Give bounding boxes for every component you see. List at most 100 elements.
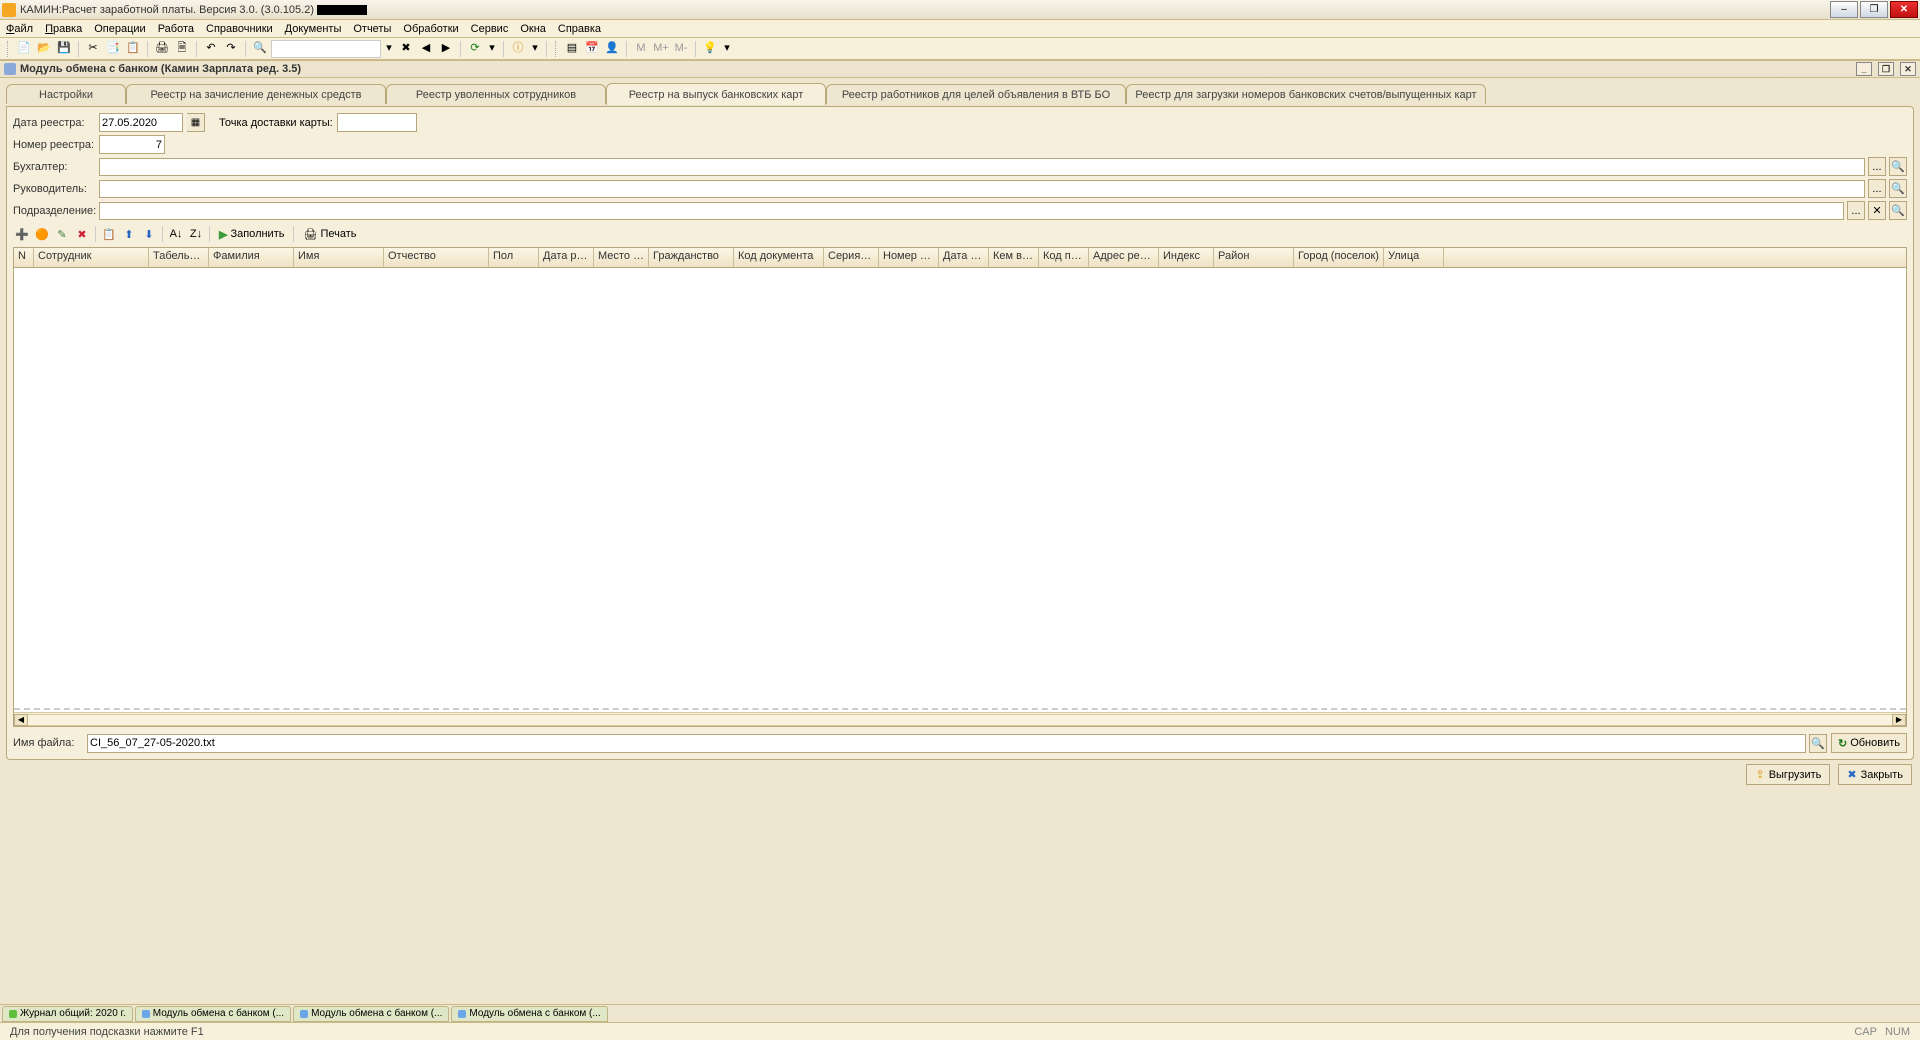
select-ellipsis-icon[interactable]: ...: [1868, 179, 1886, 198]
column-header[interactable]: Дата выд...: [939, 248, 989, 267]
upload-button[interactable]: ⇪ Выгрузить: [1746, 764, 1830, 785]
employee-grid[interactable]: NСотрудникТабельный...ФамилияИмяОтчество…: [13, 247, 1907, 727]
window-maximize-button[interactable]: ❐: [1860, 1, 1888, 18]
column-header[interactable]: Адрес регистр...: [1089, 248, 1159, 267]
print-preview-icon[interactable]: 🗎: [173, 40, 191, 58]
column-header[interactable]: Место рож...: [594, 248, 649, 267]
delete-row-icon[interactable]: 🟠: [33, 225, 51, 243]
move-up-icon[interactable]: ⬆: [120, 225, 138, 243]
select-magnifier-icon[interactable]: 🔍: [1889, 157, 1907, 176]
select-magnifier-icon[interactable]: 🔍: [1889, 201, 1907, 220]
column-header[interactable]: Кем выд...: [989, 248, 1039, 267]
column-header[interactable]: Пол: [489, 248, 539, 267]
menu-reports[interactable]: Отчеты: [353, 23, 391, 35]
paste-icon[interactable]: 📋: [124, 40, 142, 58]
grid-body[interactable]: [14, 268, 1906, 710]
dropdown-icon[interactable]: ▾: [486, 40, 498, 58]
move-down-icon[interactable]: ⬇: [140, 225, 158, 243]
m-icon[interactable]: M: [632, 40, 650, 58]
add-row-icon[interactable]: ➕: [13, 225, 31, 243]
column-header[interactable]: Улица: [1384, 248, 1444, 267]
scroll-track[interactable]: [28, 714, 1892, 726]
column-header[interactable]: Фамилия: [209, 248, 294, 267]
column-header[interactable]: Гражданство: [649, 248, 734, 267]
menu-work[interactable]: Работа: [158, 23, 194, 35]
save-icon[interactable]: 💾: [55, 40, 73, 58]
menu-bar[interactable]: Файл Правка Операции Работа Справочники …: [0, 20, 1920, 38]
menu-operations[interactable]: Операции: [94, 23, 145, 35]
search-input[interactable]: [271, 40, 381, 58]
menu-processing[interactable]: Обработки: [403, 23, 458, 35]
window-minimize-button[interactable]: ‒: [1830, 1, 1858, 18]
mdi-tab[interactable]: Модуль обмена с банком (...: [451, 1006, 607, 1022]
refresh-icon[interactable]: ⟳: [466, 40, 484, 58]
edit-row-icon[interactable]: ✎: [53, 225, 71, 243]
tab-реестр-работников-для-целей-объявления-в-втб-бо[interactable]: Реестр работников для целей объявления в…: [826, 84, 1126, 104]
menu-ref[interactable]: Справочники: [206, 23, 273, 35]
column-header[interactable]: Серия доку...: [824, 248, 879, 267]
search-icon[interactable]: 🔍: [251, 40, 269, 58]
copy-row-icon[interactable]: 📋: [100, 225, 118, 243]
nav-fwd-icon[interactable]: ▶: [437, 40, 455, 58]
column-header[interactable]: Индекс: [1159, 248, 1214, 267]
select-ellipsis-icon[interactable]: ...: [1847, 201, 1865, 220]
m-plus-icon[interactable]: M+: [652, 40, 670, 58]
column-header[interactable]: Номер док...: [879, 248, 939, 267]
calendar-picker-icon[interactable]: ▦: [187, 113, 205, 132]
subwindow-minimize-button[interactable]: _: [1856, 62, 1872, 76]
column-header[interactable]: Город (поселок): [1294, 248, 1384, 267]
copy-icon[interactable]: 📑: [104, 40, 122, 58]
input-file-name[interactable]: [87, 734, 1806, 753]
column-header[interactable]: Табельный...: [149, 248, 209, 267]
nav-back-icon[interactable]: ◀: [417, 40, 435, 58]
person-icon[interactable]: 👤: [603, 40, 621, 58]
close-form-button[interactable]: ✖ Закрыть: [1838, 764, 1912, 785]
subwindow-maximize-button[interactable]: ❐: [1878, 62, 1894, 76]
menu-docs[interactable]: Документы: [285, 23, 342, 35]
redo-icon[interactable]: ↷: [222, 40, 240, 58]
input-registry-number[interactable]: [99, 135, 165, 154]
tab-реестр-на-зачисление-денежных-средств[interactable]: Реестр на зачисление денежных средств: [126, 84, 386, 104]
scroll-left-icon[interactable]: ◀: [14, 714, 28, 726]
sort-desc-icon[interactable]: Z↓: [187, 225, 205, 243]
dropdown-icon[interactable]: ▾: [529, 40, 541, 58]
grid-horizontal-scrollbar[interactable]: ◀ ▶: [14, 712, 1906, 726]
calendar-icon[interactable]: 📅: [583, 40, 601, 58]
mdi-tab[interactable]: Журнал общий: 2020 г.: [2, 1006, 133, 1022]
sort-asc-icon[interactable]: A↓: [167, 225, 185, 243]
input-delivery-point[interactable]: [337, 113, 417, 132]
input-accountant[interactable]: [99, 158, 1865, 176]
window-close-button[interactable]: ✕: [1890, 1, 1918, 18]
print-button[interactable]: 🖨 Печать: [298, 225, 361, 243]
dropdown-icon[interactable]: ▾: [721, 40, 733, 58]
lightbulb-icon[interactable]: 💡: [701, 40, 719, 58]
fill-button[interactable]: ▶ Заполнить: [214, 225, 289, 243]
remove-row-icon[interactable]: ✖: [73, 225, 91, 243]
column-header[interactable]: Код подр...: [1039, 248, 1089, 267]
input-registry-date[interactable]: [99, 113, 183, 132]
dropdown-icon[interactable]: ▾: [383, 40, 395, 58]
mdi-tab[interactable]: Модуль обмена с банком (...: [293, 1006, 449, 1022]
new-document-icon[interactable]: 📄: [15, 40, 33, 58]
input-division[interactable]: [99, 202, 1844, 220]
menu-edit[interactable]: Правка: [45, 23, 82, 35]
tab-реестр-на-выпуск-банковских-карт[interactable]: Реестр на выпуск банковских карт: [606, 83, 826, 105]
tab-реестр-уволенных-сотрудников[interactable]: Реестр уволенных сотрудников: [386, 84, 606, 104]
open-folder-icon[interactable]: 📂: [35, 40, 53, 58]
mdi-tab[interactable]: Модуль обмена с банком (...: [135, 1006, 291, 1022]
column-header[interactable]: Район: [1214, 248, 1294, 267]
column-header[interactable]: Имя: [294, 248, 384, 267]
undo-icon[interactable]: ↶: [202, 40, 220, 58]
clear-x-icon[interactable]: ✕: [1868, 201, 1886, 220]
column-header[interactable]: Отчество: [384, 248, 489, 267]
file-magnifier-icon[interactable]: 🔍: [1809, 734, 1827, 753]
menu-file[interactable]: Файл: [6, 23, 33, 35]
cut-icon[interactable]: ✂: [84, 40, 102, 58]
info-icon[interactable]: ⓘ: [509, 40, 527, 58]
menu-service[interactable]: Сервис: [471, 23, 509, 35]
list-icon[interactable]: ▤: [563, 40, 581, 58]
tab-реестр-для-загрузки-номеров-банковских-счетов/выпущенных-карт[interactable]: Реестр для загрузки номеров банковских с…: [1126, 84, 1486, 104]
select-ellipsis-icon[interactable]: ...: [1868, 157, 1886, 176]
subwindow-close-button[interactable]: ✕: [1900, 62, 1916, 76]
menu-help[interactable]: Справка: [558, 23, 601, 35]
